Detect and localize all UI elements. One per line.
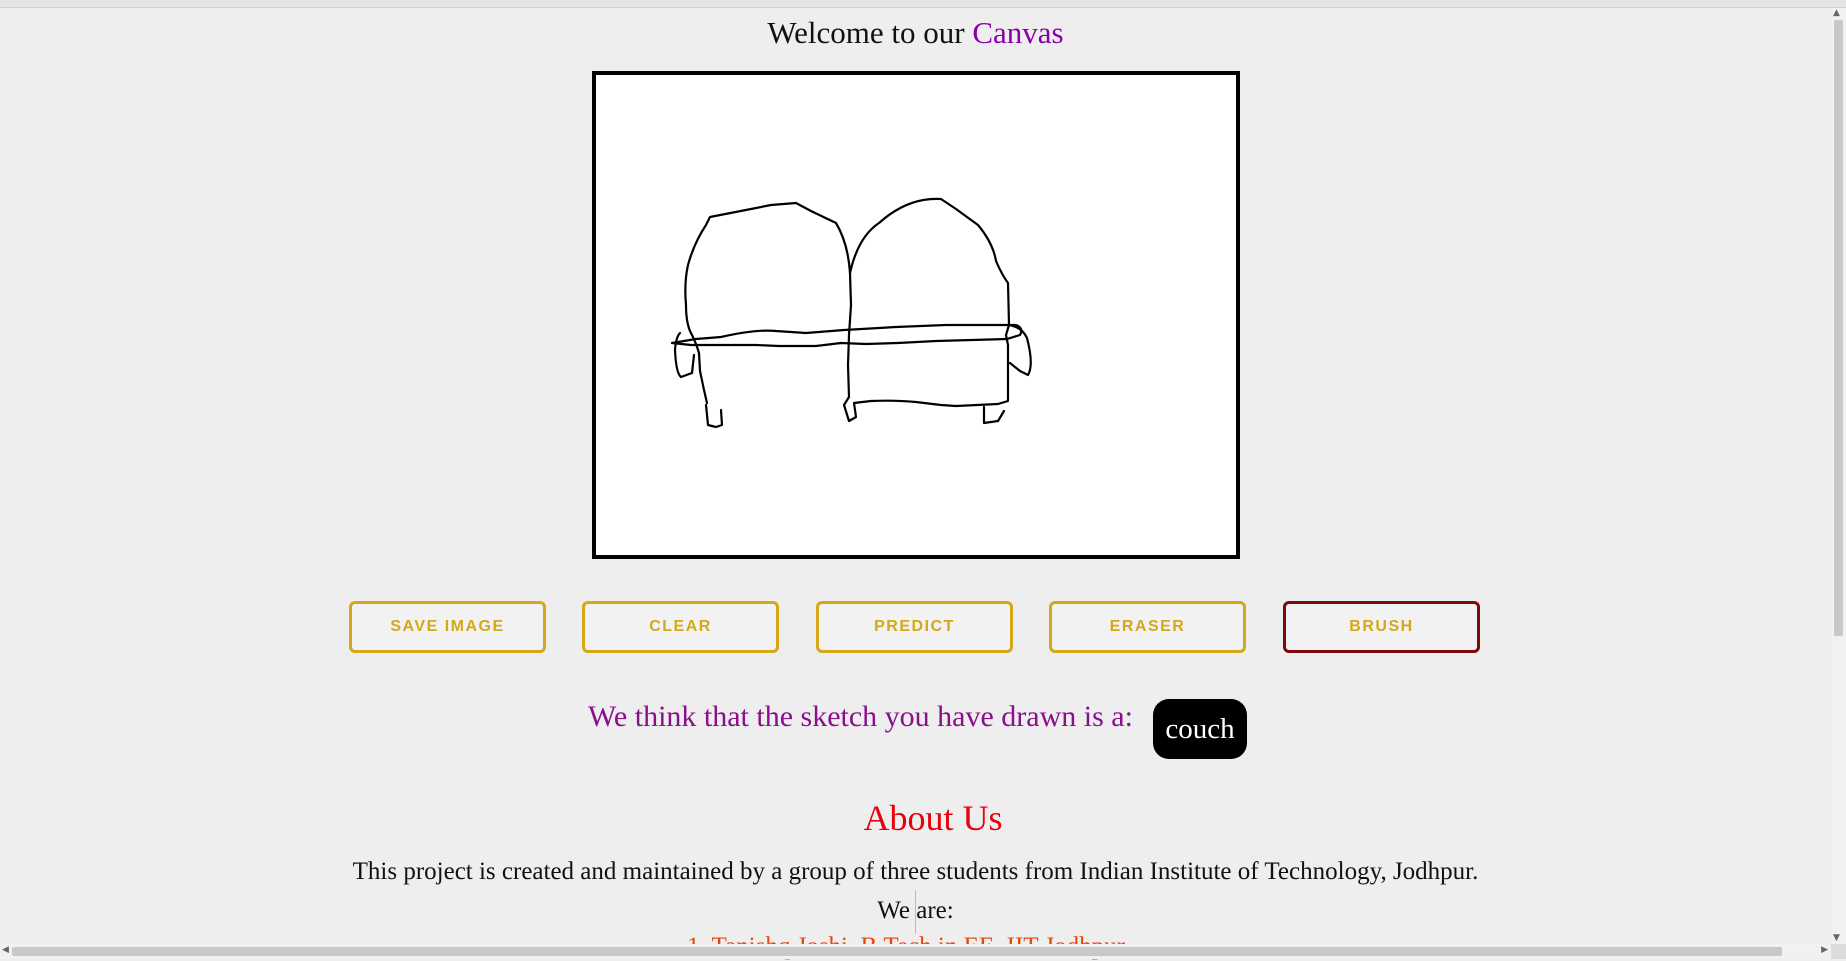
- drawing-canvas[interactable]: [592, 71, 1240, 559]
- horizontal-scrollbar[interactable]: ◀ ▶: [0, 944, 1831, 959]
- eraser-button[interactable]: ERASER: [1049, 601, 1246, 653]
- text-caret: [915, 890, 916, 934]
- prediction-result-badge: couch: [1153, 699, 1247, 759]
- about-description: This project is created and maintained b…: [352, 858, 1479, 885]
- vertical-scrollbar[interactable]: ▲ ▼: [1831, 8, 1846, 959]
- browser-top-edge: [0, 0, 1846, 8]
- chevron-down-icon[interactable]: ▼: [1833, 933, 1840, 943]
- prediction-text: We think that the sketch you have drawn …: [588, 700, 1133, 733]
- chevron-right-icon[interactable]: ▶: [1821, 945, 1828, 955]
- about-heading: About Us: [863, 798, 1003, 838]
- title-accent: Canvas: [972, 15, 1064, 50]
- sketch-drawing: [670, 197, 1032, 429]
- chevron-up-icon[interactable]: ▲: [1833, 8, 1840, 18]
- title-prefix: Welcome to our: [767, 15, 965, 50]
- page-title: Welcome to our Canvas: [0, 15, 1831, 51]
- chevron-left-icon[interactable]: ◀: [2, 945, 9, 955]
- predict-button[interactable]: PREDICT: [816, 601, 1013, 653]
- brush-button[interactable]: BRUSH: [1283, 601, 1480, 653]
- vertical-scroll-thumb[interactable]: [1834, 20, 1843, 636]
- scrollbar-corner: [1831, 944, 1846, 959]
- horizontal-scroll-thumb[interactable]: [12, 947, 1782, 956]
- save-image-button[interactable]: SAVE IMAGE: [349, 601, 546, 653]
- clear-button[interactable]: CLEAR: [582, 601, 779, 653]
